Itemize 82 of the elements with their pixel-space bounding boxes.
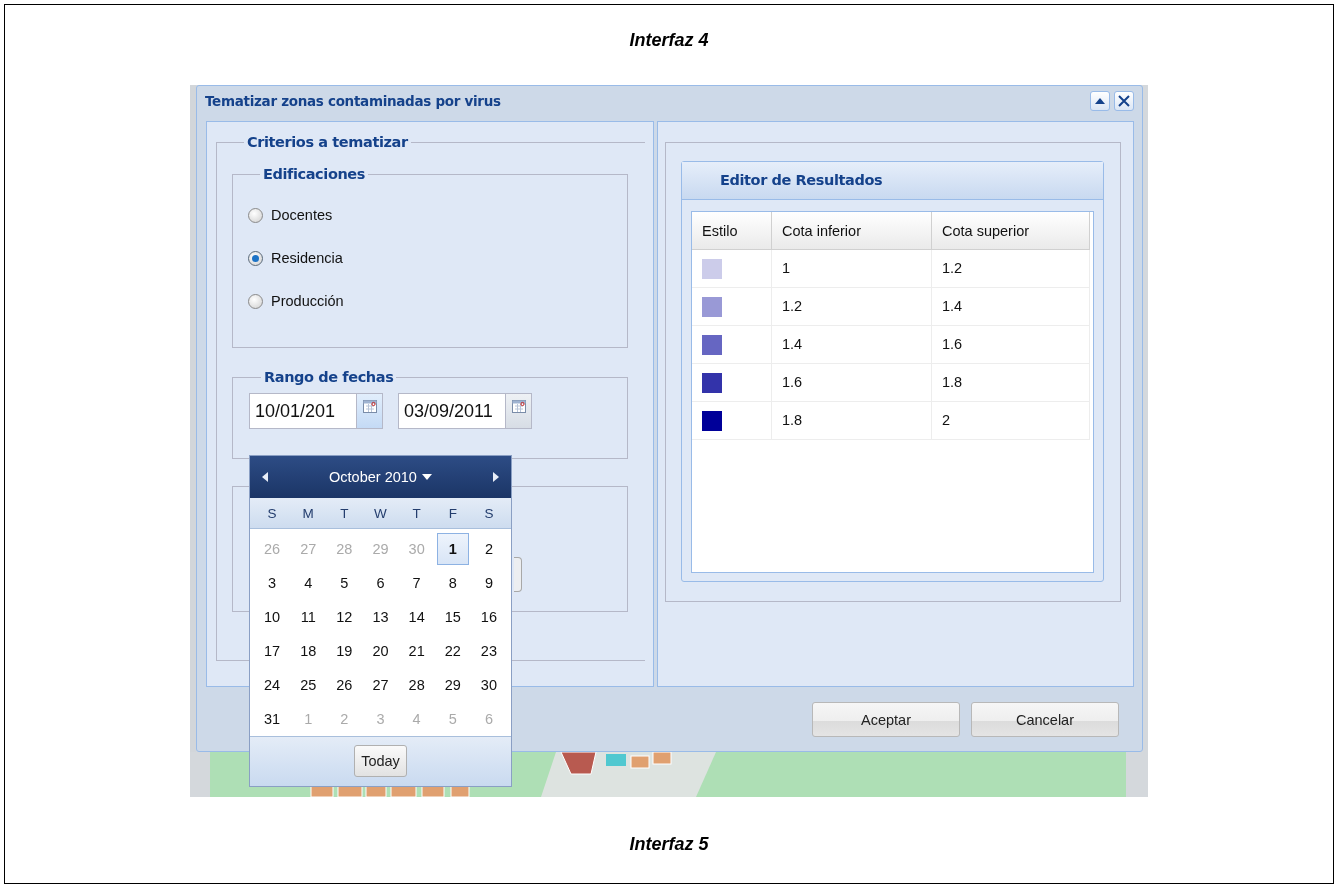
weekday-label: S (483, 505, 495, 521)
calendar-day[interactable]: 5 (328, 567, 361, 598)
table-cell: 1.8 (772, 402, 932, 440)
left-arrow-icon (262, 472, 268, 483)
weekday-label: F (447, 505, 458, 521)
table-cell: 1.4 (932, 288, 1090, 326)
calendar-day[interactable]: 28 (400, 669, 433, 700)
table-cell: 1.6 (772, 364, 932, 402)
table-cell: 1.2 (932, 250, 1090, 288)
calendar-day[interactable]: 2 (472, 533, 505, 564)
calendar-day[interactable]: 17 (256, 635, 289, 666)
group-title: Rango de fechas (263, 369, 395, 385)
date-field[interactable]: 10/01/201 (249, 393, 383, 429)
calendar-day[interactable]: 26 (328, 669, 361, 700)
weekday-label: W (373, 505, 388, 521)
table-cell: 1 (772, 250, 932, 288)
radio-button[interactable] (248, 293, 263, 309)
panel-title: Editor de Resultados (682, 162, 1103, 200)
table-cell: 1.2 (772, 288, 932, 326)
weekday-label: T (339, 505, 350, 521)
calendar-day[interactable]: 13 (364, 601, 397, 632)
calendar-day[interactable]: 29 (436, 669, 469, 700)
calendar-day[interactable]: 1 (436, 532, 469, 565)
weekday-label: S (266, 505, 278, 521)
table-cell: 2 (932, 402, 1090, 440)
close-icon (1118, 95, 1130, 107)
calendar-day[interactable]: 14 (400, 601, 433, 632)
column-header[interactable]: Cota superior (932, 212, 1090, 250)
calendar-day[interactable]: 12 (328, 601, 361, 632)
today-button[interactable]: Today (354, 745, 407, 778)
calendar-day[interactable]: 11 (292, 601, 325, 632)
calendar-day[interactable]: 30 (472, 669, 505, 700)
table-cell: 1.8 (932, 364, 1090, 402)
right-arrow-icon (493, 472, 499, 483)
weekday-label: T (411, 505, 422, 521)
calendar-day[interactable]: 25 (292, 669, 325, 700)
column-header[interactable]: Estilo (692, 212, 772, 250)
button-edge (514, 557, 522, 592)
figure-caption: Interfaz 5 (629, 833, 709, 856)
calendar-day[interactable]: 31 (256, 703, 289, 734)
radio-label: Residencia (271, 250, 343, 266)
dialog-button[interactable]: Aceptar (812, 702, 960, 737)
calendar-day[interactable]: 6 (364, 567, 397, 598)
collapse-button[interactable] (1090, 91, 1110, 111)
calendar-icon (362, 400, 377, 413)
calendar-day[interactable]: 27 (364, 669, 397, 700)
radio-label: Producción (271, 293, 344, 309)
calendar-day[interactable]: 22 (436, 635, 469, 666)
table-cell: 1.6 (932, 326, 1090, 364)
up-arrow-icon (1095, 98, 1105, 104)
weekday-label: M (301, 505, 315, 521)
caret-icon (421, 474, 432, 481)
date-picker-button[interactable] (505, 394, 531, 428)
calendar-day[interactable]: 4 (292, 567, 325, 598)
figure-caption: Interfaz 4 (629, 29, 709, 52)
calendar-day[interactable]: 19 (328, 635, 361, 666)
calendar-icon (511, 400, 526, 413)
calendar-day[interactable]: 15 (436, 601, 469, 632)
month-picker-button[interactable]: October 2010 (325, 469, 436, 486)
radio-button[interactable] (248, 250, 263, 266)
dialog-button[interactable]: Cancelar (971, 702, 1119, 737)
calendar-day[interactable]: 18 (292, 635, 325, 666)
group-title: Edificaciones (262, 166, 367, 182)
group-title: Criterios a tematizar (246, 134, 409, 150)
radio-button[interactable] (248, 207, 263, 223)
close-button[interactable] (1114, 91, 1134, 111)
calendar-day[interactable]: 24 (256, 669, 289, 700)
column-header[interactable]: Cota inferior (772, 212, 932, 250)
date-picker-button[interactable] (356, 394, 382, 428)
date-field[interactable]: 03/09/2011 (398, 393, 532, 429)
calendar-day[interactable]: 9 (472, 567, 505, 598)
table-cell: 1.4 (772, 326, 932, 364)
calendar-day[interactable]: 3 (256, 567, 289, 598)
radio-label: Docentes (271, 207, 333, 223)
calendar-day[interactable]: 7 (400, 567, 433, 598)
window-title: Tematizar zonas contaminadas por virus (205, 93, 501, 109)
calendar-day[interactable]: 16 (472, 601, 505, 632)
calendar-day[interactable]: 20 (364, 635, 397, 666)
calendar-day[interactable]: 21 (400, 635, 433, 666)
calendar-day[interactable]: 8 (436, 567, 469, 598)
calendar-day[interactable]: 23 (472, 635, 505, 666)
calendar-day[interactable]: 10 (256, 601, 289, 632)
